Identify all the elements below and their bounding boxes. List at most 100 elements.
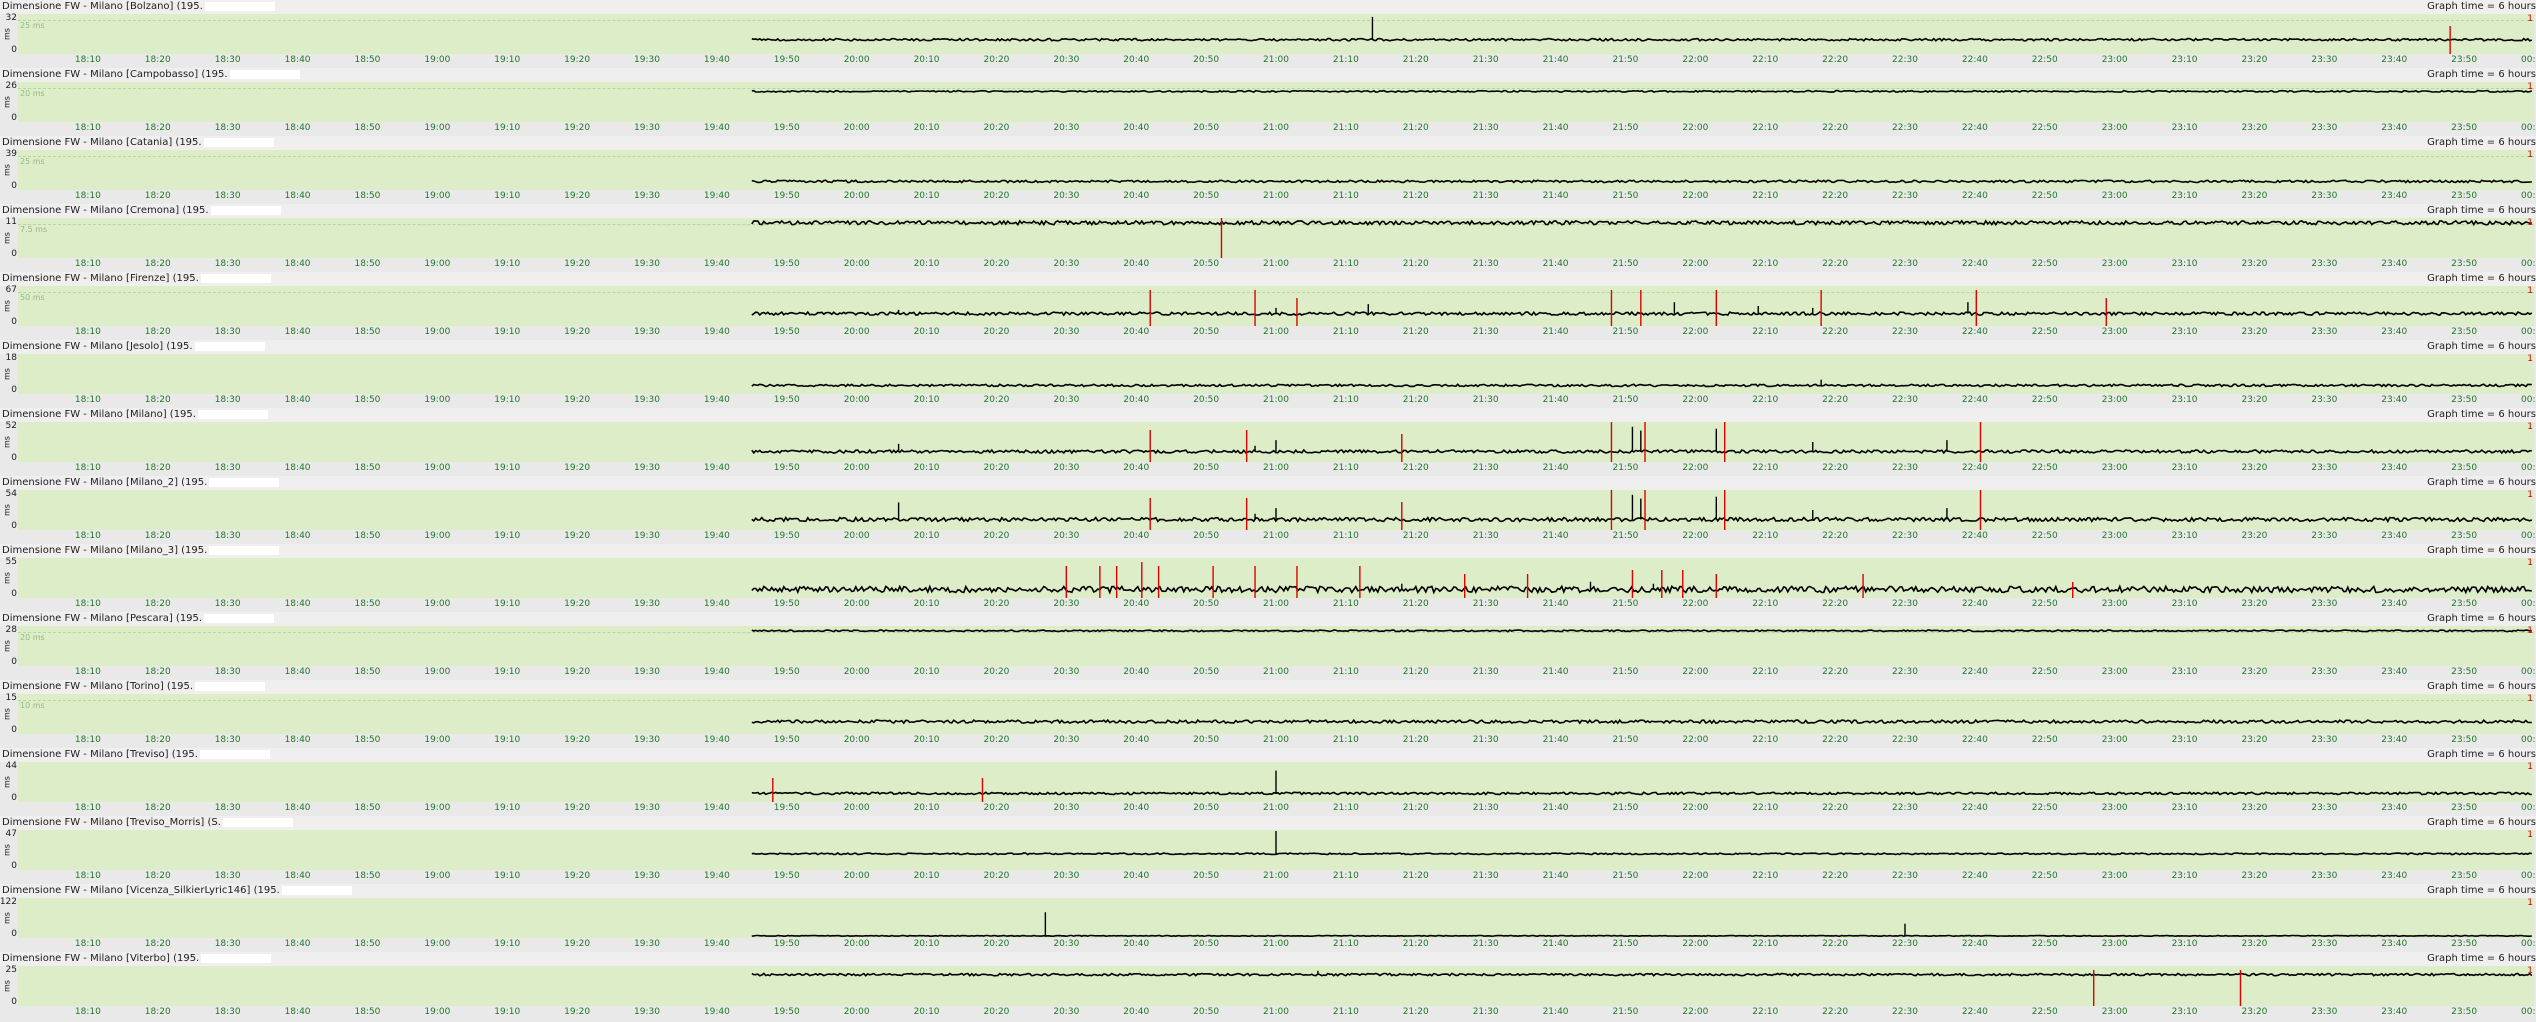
x-tick-label: 19:10 bbox=[494, 123, 521, 133]
x-tick-label: 20:30 bbox=[1053, 395, 1080, 405]
x-tick-label: 21:00 bbox=[1263, 55, 1289, 65]
x-tick-label: 19:40 bbox=[703, 327, 730, 337]
x-tick-label: 21:10 bbox=[1332, 259, 1359, 269]
graph-panel[interactable]: Dimensione FW - Milano [Campobasso] (195… bbox=[0, 68, 2536, 136]
y-zero-label: 0 bbox=[11, 521, 17, 531]
x-tick-label: 20:50 bbox=[1193, 667, 1220, 677]
x-tick-label: 20:10 bbox=[913, 395, 940, 405]
graph-panel[interactable]: Dimensione FW - Milano [Vicenza_SilkierL… bbox=[0, 884, 2536, 952]
x-tick-label: 21:30 bbox=[1472, 939, 1499, 949]
x-tick-label: 19:30 bbox=[634, 55, 660, 65]
latency-trace bbox=[751, 179, 2532, 184]
y-zero-label: 0 bbox=[11, 385, 17, 395]
x-tick-label: 22:50 bbox=[2031, 463, 2058, 473]
graph-panel[interactable]: Dimensione FW - Milano [Treviso] (195. Gr… bbox=[0, 748, 2536, 816]
x-axis: 18:10 18:20 18:30 18:40 18:50 19:00 19:10 19:20… bbox=[18, 394, 2536, 407]
graph-time-label: Graph time = 6 hours bbox=[2427, 953, 2536, 964]
graph-panel[interactable]: Dimensione FW - Milano [Milano_2] (195. G… bbox=[0, 476, 2536, 544]
latency-plot[interactable]: 1 bbox=[18, 830, 2534, 870]
x-tick-label: 21:20 bbox=[1402, 599, 1429, 609]
x-tick-label: 21:30 bbox=[1472, 667, 1499, 677]
graph-panel[interactable]: Dimensione FW - Milano [Viterbo] (195. Gr… bbox=[0, 952, 2536, 1020]
latency-plot[interactable]: 1 bbox=[18, 898, 2534, 938]
x-tick-label: 22:10 bbox=[1752, 327, 1779, 337]
graph-time-label: Graph time = 6 hours bbox=[2427, 409, 2536, 420]
x-tick-label: 20:20 bbox=[983, 327, 1010, 337]
x-tick-label: 22:10 bbox=[1752, 463, 1779, 473]
latency-plot[interactable]: 1 bbox=[18, 966, 2534, 1006]
latency-plot[interactable]: 1 bbox=[18, 422, 2534, 462]
x-tick-label: 23:30 bbox=[2311, 395, 2338, 405]
x-tick-label: 19:40 bbox=[703, 803, 730, 813]
x-axis: 18:10 18:20 18:30 18:40 18:50 19:00 19:10 19:20… bbox=[18, 666, 2536, 679]
x-tick-label: 18:20 bbox=[144, 463, 171, 473]
x-tick-label: 22:50 bbox=[2031, 667, 2058, 677]
x-tick-label: 20:30 bbox=[1053, 327, 1080, 337]
graph-panel[interactable]: Dimensione FW - Milano [Milano_3] (195. G… bbox=[0, 544, 2536, 612]
x-tick-label: 22:40 bbox=[1961, 871, 1988, 881]
x-tick-label: 18:20 bbox=[144, 939, 171, 949]
graph-panel[interactable]: Dimensione FW - Milano [Torino] (195. Gra… bbox=[0, 680, 2536, 748]
latency-plot[interactable]: 1 bbox=[18, 762, 2534, 802]
latency-plot[interactable]: 25 ms 1 bbox=[18, 150, 2534, 190]
x-tick-label: 18:50 bbox=[354, 327, 381, 337]
latency-plot[interactable]: 1 bbox=[18, 558, 2534, 598]
graph-panel[interactable]: Dimensione FW - Milano [Firenze] (195. Gr… bbox=[0, 272, 2536, 340]
panel-title: Dimensione FW - Milano [Firenze] (195. bbox=[2, 272, 271, 286]
x-tick-label: 23:20 bbox=[2241, 191, 2268, 201]
x-tick-label: 22:30 bbox=[1892, 1007, 1918, 1017]
x-tick-label: 22:20 bbox=[1822, 259, 1849, 269]
panel-title-bar: Dimensione FW - Milano [Milano_3] (195. G… bbox=[0, 544, 2536, 558]
x-tick-label: 22:10 bbox=[1752, 803, 1779, 813]
x-tick-label: 20:00 bbox=[843, 191, 870, 201]
latency-plot[interactable]: 1 bbox=[18, 354, 2534, 394]
x-tick-label: 18:20 bbox=[144, 259, 171, 269]
graph-panel[interactable]: Dimensione FW - Milano [Cremona] (195. Gr… bbox=[0, 204, 2536, 272]
redacted-ip bbox=[204, 613, 275, 623]
latency-plot[interactable]: 20 ms 1 bbox=[18, 82, 2534, 122]
graph-panel[interactable]: Dimensione FW - Milano [Jesolo] (195. Gra… bbox=[0, 340, 2536, 408]
x-tick-label: 23:30 bbox=[2311, 123, 2338, 133]
latency-plot[interactable]: 50 ms 1 bbox=[18, 286, 2534, 326]
latency-plot[interactable]: 10 ms 1 bbox=[18, 694, 2534, 734]
x-tick-label: 21:40 bbox=[1542, 667, 1569, 677]
x-tick-label: 23:40 bbox=[2381, 191, 2408, 201]
graph-panel[interactable]: Dimensione FW - Milano [Treviso_Morris] … bbox=[0, 816, 2536, 884]
x-tick-label: 18:40 bbox=[284, 735, 311, 745]
x-tick-label: 21:20 bbox=[1402, 939, 1429, 949]
trace-svg bbox=[751, 179, 2532, 184]
graph-time-label: Graph time = 6 hours bbox=[2427, 341, 2536, 352]
x-tick-label: 18:50 bbox=[354, 191, 381, 201]
graph-panel[interactable]: Dimensione FW - Milano [Catania] (195. Gr… bbox=[0, 136, 2536, 204]
x-tick-label: 20:00 bbox=[843, 531, 870, 541]
x-tick-label: 20:20 bbox=[983, 803, 1010, 813]
x-tick-label: 23:00 bbox=[2101, 667, 2128, 677]
x-tick-label: 23:50 bbox=[2451, 803, 2478, 813]
x-tick-label: 20:40 bbox=[1123, 123, 1150, 133]
graph-panel[interactable]: Dimensione FW - Milano [Milano] (195. Gra… bbox=[0, 408, 2536, 476]
y-zero-label: 0 bbox=[11, 453, 17, 463]
latency-plot[interactable]: 25 ms 1 bbox=[18, 14, 2534, 54]
x-tick-label: 20:30 bbox=[1053, 191, 1080, 201]
x-tick-label: 20:30 bbox=[1053, 735, 1080, 745]
x-tick-label: 23:20 bbox=[2241, 531, 2268, 541]
x-tick-label: 18:10 bbox=[74, 259, 101, 269]
x-tick-label: 22:10 bbox=[1752, 55, 1779, 65]
x-tick-label: 19:30 bbox=[634, 1007, 660, 1017]
y-zero-label: 0 bbox=[11, 725, 17, 735]
graph-panel[interactable]: Dimensione FW - Milano [Bolzano] (195. Gr… bbox=[0, 0, 2536, 68]
graph-panel[interactable]: Dimensione FW - Milano [Pescara] (195. Gr… bbox=[0, 612, 2536, 680]
x-tick-label: 21:40 bbox=[1542, 259, 1569, 269]
x-tick-label: 19:50 bbox=[773, 55, 800, 65]
graph-time-label: Graph time = 6 hours bbox=[2427, 137, 2536, 148]
y-zero-label: 0 bbox=[11, 861, 17, 871]
x-tick-label: 18:30 bbox=[214, 259, 241, 269]
x-tick-label: 19:50 bbox=[773, 327, 800, 337]
latency-plot[interactable]: 7.5 ms 1 bbox=[18, 218, 2534, 258]
x-tick-label: 22:50 bbox=[2031, 803, 2058, 813]
y-axis: 28 ms 0 bbox=[0, 625, 18, 667]
graph-time-label: Graph time = 6 hours bbox=[2427, 477, 2536, 488]
latency-plot[interactable]: 20 ms 1 bbox=[18, 626, 2534, 666]
x-tick-label: 21:50 bbox=[1612, 599, 1639, 609]
latency-plot[interactable]: 1 bbox=[18, 490, 2534, 530]
